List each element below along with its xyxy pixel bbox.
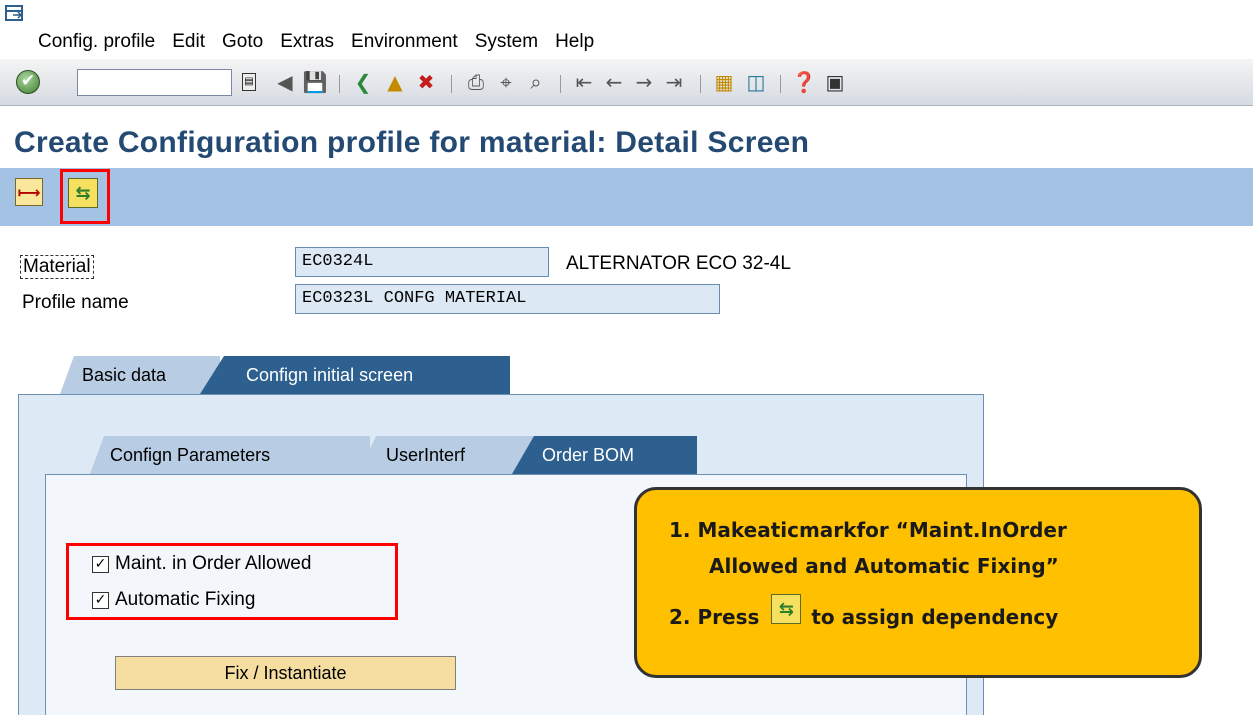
tab-basic-data[interactable]: Basic data bbox=[60, 356, 220, 394]
cancel-icon[interactable]: ✖ bbox=[412, 68, 440, 96]
tab-order-bom[interactable]: Order BOM bbox=[512, 436, 697, 474]
enter-icon[interactable] bbox=[16, 70, 40, 94]
callout-press-text: 2. Press bbox=[669, 605, 760, 629]
find-next-icon[interactable]: ⌕ bbox=[522, 68, 550, 96]
help-icon[interactable]: ❓ bbox=[790, 68, 818, 96]
menu-edit[interactable]: Edit bbox=[172, 31, 205, 53]
profile-name-label: Profile name bbox=[22, 292, 129, 313]
back-nav-icon[interactable]: ❮ bbox=[349, 68, 377, 96]
material-description: ALTERNATOR ECO 32-4L bbox=[566, 253, 791, 274]
highlight-assign-dependency bbox=[60, 169, 110, 224]
new-session-icon[interactable]: ▦ bbox=[710, 68, 738, 96]
menu-environment[interactable]: Environment bbox=[351, 31, 458, 53]
tab-confign-parameters[interactable]: Confign Parameters bbox=[90, 436, 370, 474]
fix-instantiate-button[interactable]: Fix / Instantiate bbox=[115, 656, 456, 690]
first-page-icon[interactable]: ⇤ bbox=[570, 68, 598, 96]
back-icon[interactable]: ◀ bbox=[271, 68, 299, 96]
material-label: Material bbox=[20, 255, 94, 279]
menu-system[interactable]: System bbox=[475, 31, 538, 53]
highlight-checkboxes bbox=[66, 543, 398, 620]
exit-icon[interactable]: ▲ bbox=[381, 68, 409, 96]
menu-goto[interactable]: Goto bbox=[222, 31, 263, 53]
shortcut-icon[interactable]: ◫ bbox=[742, 68, 770, 96]
next-page-icon[interactable]: → bbox=[630, 68, 658, 96]
customize-icon[interactable]: ▣ bbox=[821, 68, 849, 96]
tab-confign-initial-screen[interactable]: Confign initial screen bbox=[200, 356, 510, 394]
callout-line-1: 1. Makeaticmarkfor “Maint.InOrder bbox=[669, 518, 1067, 542]
menu-bar: Config. profile Edit Goto Extras Environ… bbox=[0, 26, 1253, 58]
find-icon[interactable]: ⌖ bbox=[492, 68, 520, 96]
callout-assign-text: to assign dependency bbox=[811, 605, 1059, 629]
material-field[interactable]: EC0324L bbox=[295, 247, 549, 277]
save-icon[interactable]: 💾 bbox=[301, 68, 329, 96]
menu-config-profile[interactable]: Config. profile bbox=[38, 31, 155, 53]
instruction-callout: 1. Makeaticmarkfor “Maint.InOrder Allowe… bbox=[634, 487, 1202, 678]
prev-page-icon[interactable]: ← bbox=[600, 68, 628, 96]
tab-userinterf[interactable]: UserInterf bbox=[358, 436, 538, 474]
dependency-overview-icon[interactable]: ⟼ bbox=[15, 178, 43, 206]
last-page-icon[interactable]: ⇥ bbox=[660, 68, 688, 96]
callout-line-3: 2. Press ⇆ to assign dependency bbox=[669, 594, 1059, 632]
command-history-icon[interactable]: ▤ bbox=[242, 73, 256, 91]
system-menu-icon[interactable] bbox=[4, 3, 26, 25]
print-icon[interactable]: ⎙ bbox=[462, 68, 490, 96]
page-title: Create Configuration profile for materia… bbox=[14, 126, 810, 159]
application-toolbar bbox=[0, 168, 1253, 226]
command-field[interactable] bbox=[77, 69, 232, 96]
menu-extras[interactable]: Extras bbox=[280, 31, 334, 53]
standard-toolbar: ▤ ◀ 💾 ❮ ▲ ✖ ⎙ ⌖ ⌕ ⇤ ← → ⇥ ▦ ◫ ❓ ▣ bbox=[0, 59, 1253, 106]
menu-help[interactable]: Help bbox=[555, 31, 594, 53]
profile-name-field[interactable]: EC0323L CONFG MATERIAL bbox=[295, 284, 720, 314]
assign-dependency-icon-callout: ⇆ bbox=[771, 594, 802, 624]
callout-line-2: Allowed and Automatic Fixing” bbox=[709, 554, 1059, 578]
